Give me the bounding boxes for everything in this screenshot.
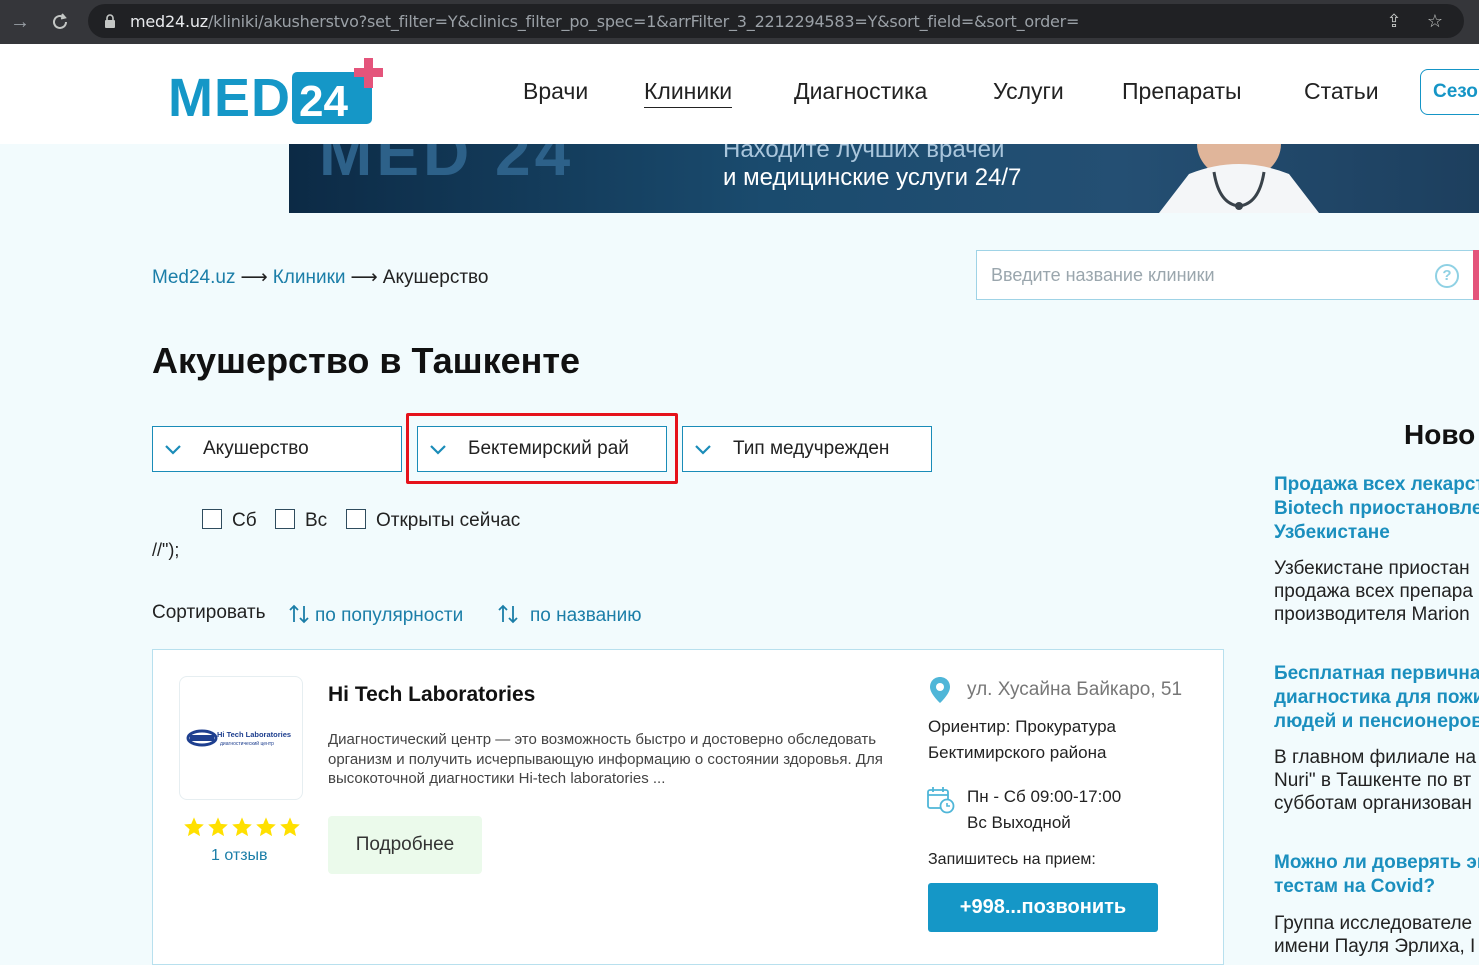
page-title: Акушерство в Ташкенте xyxy=(152,340,581,381)
location-pin-icon xyxy=(930,677,950,703)
chevron-down-icon xyxy=(695,445,711,455)
news-item-title[interactable]: Бесплатная первичная диагностика для пожи… xyxy=(1274,662,1479,734)
news-item-text: Узбекистане приостан продажа всех препара… xyxy=(1274,558,1473,625)
reload-icon[interactable] xyxy=(46,8,74,36)
checkbox-sunday[interactable]: Вс xyxy=(275,509,327,532)
hours-weekdays: Пн - Сб 09:00-17:00 xyxy=(967,787,1122,806)
med24-logo[interactable]: MED 24 xyxy=(168,58,388,128)
promo-banner[interactable]: MED 24 Находите лучших врачей и медицинс… xyxy=(289,144,1479,213)
reviews-link[interactable]: 1 отзыв xyxy=(211,847,268,865)
star-icon xyxy=(232,817,252,837)
clinic-name[interactable]: Hi Tech Laboratories xyxy=(328,683,535,707)
news-item-title[interactable]: Продажа всех лекарст Biotech приостановле… xyxy=(1274,473,1479,545)
clinic-logo[interactable]: Hi Tech Laboratories диагностический цен… xyxy=(179,676,303,800)
nav-drugs[interactable]: Препараты xyxy=(1122,78,1242,105)
sort-arrows-icon xyxy=(289,604,309,624)
sort-arrows-icon xyxy=(498,604,518,624)
forward-arrow-icon[interactable]: → xyxy=(6,8,34,36)
search-button-edge[interactable] xyxy=(1473,250,1479,300)
clinic-address: ул. Хусайна Байкаро, 51 xyxy=(967,679,1183,700)
banner-line-2: и медицинские услуги 24/7 xyxy=(723,164,1022,191)
nav-services[interactable]: Услуги xyxy=(993,78,1064,105)
browser-toolbar: → med24.uz/kliniki/akusherstvo?set_filte… xyxy=(0,0,1479,44)
nav-articles[interactable]: Статьи xyxy=(1304,78,1379,105)
star-icon xyxy=(208,817,228,837)
address-bar[interactable]: med24.uz/kliniki/akusherstvo?set_filter=… xyxy=(88,4,1464,38)
help-icon[interactable]: ? xyxy=(1435,264,1459,288)
svg-text:Hi Tech Laboratories: Hi Tech Laboratories xyxy=(217,730,291,739)
svg-text:24: 24 xyxy=(299,77,348,126)
clinic-card: Hi Tech Laboratories диагностический цен… xyxy=(152,649,1224,965)
call-button[interactable]: +998...позвонить xyxy=(928,883,1158,932)
news-item-text: В главном филиале на Nuri" в Ташкенте по … xyxy=(1274,747,1477,814)
filter-specialty[interactable]: Акушерство xyxy=(152,426,402,472)
filter-specialty-value: Акушерство xyxy=(203,438,309,459)
star-icon xyxy=(184,817,204,837)
checkbox-open-now[interactable]: Открыты сейчас xyxy=(346,509,520,532)
signup-label: Запишитесь на прием: xyxy=(928,851,1096,868)
clinic-landmark: Ориентир: Прокуратура Бектимирского райо… xyxy=(928,717,1116,762)
doctor-image xyxy=(1159,144,1319,213)
breadcrumb-separator: ⟶ xyxy=(240,267,268,288)
bookmark-star-icon[interactable]: ☆ xyxy=(1424,10,1446,32)
site-header: MED 24 Врачи Клиники Диагностика Услуги … xyxy=(0,44,1479,144)
nav-doctors[interactable]: Врачи xyxy=(523,78,588,105)
sort-by-name[interactable]: по названию xyxy=(496,602,642,627)
nav-clinics[interactable]: Клиники xyxy=(644,78,733,108)
star-icon xyxy=(256,817,276,837)
breadcrumb-clinics[interactable]: Клиники xyxy=(273,267,346,288)
sort-by-popularity[interactable]: по популярности xyxy=(287,602,463,627)
banner-line-1: Находите лучших врачей xyxy=(723,144,1005,163)
season-button[interactable]: Сезо xyxy=(1420,69,1479,115)
breadcrumb: Med24.uz ⟶ Клиники ⟶ Акушерство xyxy=(152,266,489,289)
breadcrumb-separator: ⟶ xyxy=(350,267,378,288)
calendar-clock-icon xyxy=(927,787,955,814)
news-item-text: Группа исследователе имени Пауля Эрлиха, … xyxy=(1274,913,1476,957)
clinic-description: Диагностический центр — это возможность … xyxy=(328,731,883,787)
checkbox-saturday[interactable]: Сб xyxy=(202,509,257,532)
svg-text:диагностический центр: диагностический центр xyxy=(220,740,274,747)
stray-code-text: //"); xyxy=(152,540,180,560)
news-item-title[interactable]: Можно ли доверять эк тестам на Covid? xyxy=(1274,851,1479,899)
star-icon xyxy=(280,817,300,837)
breadcrumb-home[interactable]: Med24.uz xyxy=(152,267,235,288)
details-button[interactable]: Подробнее xyxy=(328,816,482,874)
chevron-down-icon xyxy=(165,445,181,455)
clinic-search: ? xyxy=(976,250,1476,300)
news-heading: Ново xyxy=(1404,419,1476,450)
sort-label: Сортировать xyxy=(152,602,266,623)
banner-logo-watermark: MED 24 xyxy=(319,144,575,189)
clinic-hours: Пн - Сб 09:00-17:00 Вс Выходной xyxy=(967,784,1121,836)
breadcrumb-current: Акушерство xyxy=(382,267,489,288)
filter-type-value: Тип медучрежден xyxy=(733,438,890,459)
rating-stars xyxy=(183,816,303,843)
annotation-highlight-box xyxy=(406,413,678,484)
share-icon[interactable]: ⇪ xyxy=(1383,10,1405,32)
hours-sunday: Вс Выходной xyxy=(967,813,1071,832)
nav-diagnostics[interactable]: Диагностика xyxy=(794,78,927,105)
svg-text:MED: MED xyxy=(168,68,291,128)
clinic-search-input[interactable] xyxy=(991,263,1411,287)
url-text[interactable]: med24.uz/kliniki/akusherstvo?set_filter=… xyxy=(130,12,1079,31)
lock-icon xyxy=(105,14,115,28)
filter-type[interactable]: Тип медучрежден xyxy=(682,426,932,472)
